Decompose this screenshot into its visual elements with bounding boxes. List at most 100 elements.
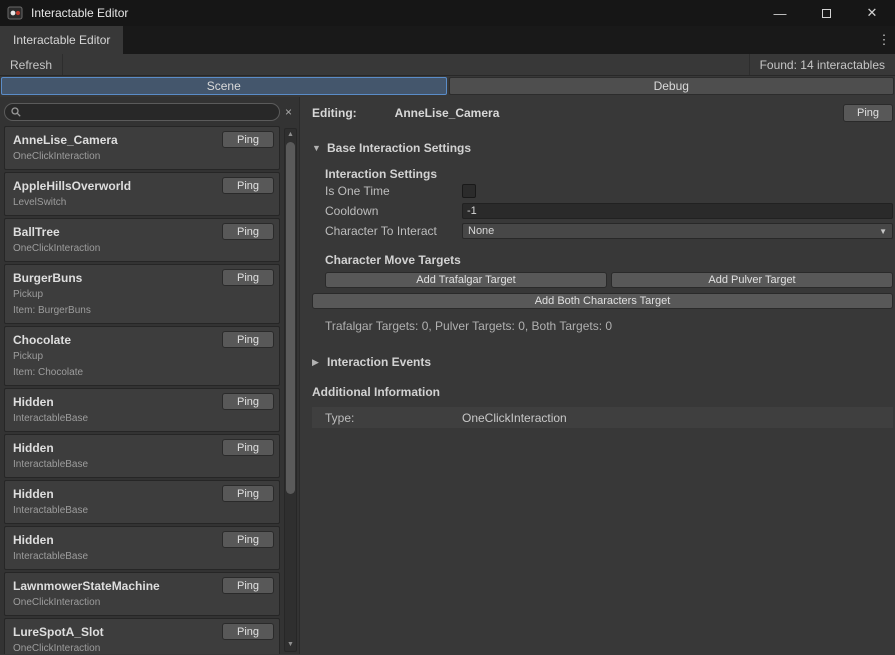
scene-list-panel: × AnneLise_Camera Ping OneClickInteraction… — [0, 97, 300, 654]
tab-interactable-editor[interactable]: Interactable Editor — [0, 26, 123, 54]
item-subtitle: Item: Chocolate — [13, 367, 274, 379]
item-name: BallTree — [13, 225, 60, 239]
item-name: Chocolate — [13, 333, 71, 347]
ping-button[interactable]: Ping — [222, 485, 274, 502]
list-item[interactable]: Chocolate Ping Pickup Item: Chocolate — [4, 326, 280, 386]
character-to-interact-dropdown[interactable]: None ▼ — [462, 223, 893, 239]
item-header: LureSpotA_SlotPing — [13, 624, 274, 639]
ping-button[interactable]: Ping — [222, 177, 274, 194]
search-clear-button[interactable]: × — [280, 105, 297, 119]
toolbar: Refresh Found: 14 interactables — [0, 54, 895, 76]
item-name: Hidden — [13, 395, 54, 409]
item-subtitle: Pickup — [13, 289, 274, 301]
vertical-scrollbar[interactable]: ▲ ▼ — [284, 128, 297, 652]
maximize-button[interactable] — [803, 0, 849, 26]
window-title: Interactable Editor — [31, 6, 128, 20]
item-name: Hidden — [13, 533, 54, 547]
is-one-time-row: Is One Time — [325, 181, 893, 201]
add-trafalgar-target-button[interactable]: Add Trafalgar Target — [325, 272, 607, 288]
document-tabbar: Interactable Editor ⋮ — [0, 26, 895, 54]
item-header: Chocolate Ping — [13, 332, 274, 347]
item-header: Hidden Ping — [13, 532, 274, 547]
ping-button[interactable]: Ping — [222, 331, 274, 348]
item-subtitle: Pickup — [13, 351, 274, 363]
found-count-label: Found: 14 interactables — [749, 54, 895, 75]
item-header: LawnmowerStateMachine Ping — [13, 578, 274, 593]
item-subtitle: LevelSwitch — [13, 197, 274, 209]
minimize-button[interactable]: — — [757, 0, 803, 26]
item-subtitle: InteractableBase — [13, 413, 274, 425]
item-header: BurgerBuns Ping — [13, 270, 274, 285]
view-tabs: Scene Debug — [0, 76, 895, 97]
scroll-down-icon[interactable]: ▼ — [285, 640, 296, 650]
window-titlebar: Interactable Editor — ✕ — [0, 0, 895, 26]
foldout-closed-icon: ▶ — [312, 357, 322, 368]
base-settings-body: Interaction Settings Is One Time Cooldow… — [325, 167, 893, 288]
interactable-list: AnneLise_Camera Ping OneClickInteraction Ap… — [0, 126, 299, 654]
list-item[interactable]: Hidden Ping InteractableBase — [4, 388, 280, 432]
foldout-open-icon: ▼ — [312, 143, 322, 153]
app-icon — [7, 5, 23, 21]
inspector-panel: Editing: AnneLise_Camera Ping ▼ Base Int… — [300, 97, 895, 654]
dropdown-selected-value: None — [468, 225, 494, 237]
is-one-time-checkbox[interactable] — [462, 184, 476, 198]
type-value: OneClickInteraction — [462, 411, 567, 425]
ping-button[interactable]: Ping — [222, 623, 274, 640]
item-subtitle: InteractableBase — [13, 459, 274, 471]
ping-button[interactable]: Ping — [843, 104, 893, 122]
editing-label: Editing: — [312, 106, 357, 120]
item-subtitle: InteractableBase — [13, 551, 274, 563]
scrollbar-thumb[interactable] — [286, 142, 295, 494]
ping-button[interactable]: Ping — [222, 131, 274, 148]
item-header: HiddenPing — [13, 440, 274, 455]
targets-summary: Trafalgar Targets: 0, Pulver Targets: 0,… — [325, 319, 893, 333]
add-pulver-target-button[interactable]: Add Pulver Target — [611, 272, 893, 288]
list-item[interactable]: Hidden Ping InteractableBase — [4, 480, 280, 524]
item-name: AnneLise_Camera — [13, 133, 118, 147]
ping-button[interactable]: Ping — [222, 269, 274, 286]
close-button[interactable]: ✕ — [849, 0, 895, 26]
cooldown-input[interactable]: -1 — [462, 203, 893, 219]
ping-button[interactable]: Ping — [222, 439, 274, 456]
list-item[interactable]: HiddenPing InteractableBase — [4, 434, 280, 478]
list-item[interactable]: BallTree Ping OneClickInteraction — [4, 218, 280, 262]
item-name: BurgerBuns — [13, 271, 82, 285]
foldout-interaction-events[interactable]: ▶ Interaction Events — [312, 355, 893, 369]
item-subtitle: OneClickInteraction — [13, 151, 274, 163]
item-header: AppleHillsOverworldPing — [13, 178, 274, 193]
refresh-button[interactable]: Refresh — [0, 54, 63, 75]
search-input[interactable] — [25, 106, 273, 118]
list-item[interactable]: LureSpotA_SlotPingOneClickInteraction — [4, 618, 280, 654]
ping-button[interactable]: Ping — [222, 531, 274, 548]
list-item[interactable]: BurgerBunsPingPickupItem: BurgerBuns — [4, 264, 280, 324]
add-target-buttons: Add Trafalgar Target Add Pulver Target — [325, 272, 893, 288]
ping-button[interactable]: Ping — [222, 393, 274, 410]
foldout-base-interaction-settings[interactable]: ▼ Base Interaction Settings — [312, 141, 893, 155]
tab-scene[interactable]: Scene — [1, 77, 447, 95]
item-header: BallTree Ping — [13, 224, 274, 239]
window-menu-icon[interactable]: ⋮ — [873, 26, 895, 54]
list-item[interactable]: LawnmowerStateMachine Ping OneClickInterac… — [4, 572, 280, 616]
scroll-up-icon[interactable]: ▲ — [285, 130, 296, 140]
character-move-targets-header: Character Move Targets — [325, 253, 893, 267]
item-name: LawnmowerStateMachine — [13, 579, 160, 593]
tab-debug[interactable]: Debug — [449, 77, 895, 95]
list-item[interactable]: Hidden Ping InteractableBase — [4, 526, 280, 570]
item-name: Hidden — [13, 487, 54, 501]
item-header: Hidden Ping — [13, 486, 274, 501]
list-item[interactable]: AppleHillsOverworldPing LevelSwitch — [4, 172, 280, 216]
item-subtitle: OneClickInteraction — [13, 243, 274, 255]
item-header: Hidden Ping — [13, 394, 274, 409]
add-both-characters-target-button[interactable]: Add Both Characters Target — [312, 293, 893, 309]
is-one-time-label: Is One Time — [325, 184, 462, 198]
list-item[interactable]: AnneLise_Camera Ping OneClickInteraction — [4, 126, 280, 170]
search-field[interactable] — [4, 103, 280, 121]
search-row: × — [0, 97, 299, 126]
character-to-interact-row: Character To Interact None ▼ — [325, 221, 893, 241]
ping-button[interactable]: Ping — [222, 577, 274, 594]
item-subtitle: InteractableBase — [13, 505, 274, 517]
item-subtitle: OneClickInteraction — [13, 597, 274, 609]
ping-button[interactable]: Ping — [222, 223, 274, 240]
foldout-label: Interaction Events — [327, 355, 431, 369]
main-content: × AnneLise_Camera Ping OneClickInteraction… — [0, 97, 895, 654]
